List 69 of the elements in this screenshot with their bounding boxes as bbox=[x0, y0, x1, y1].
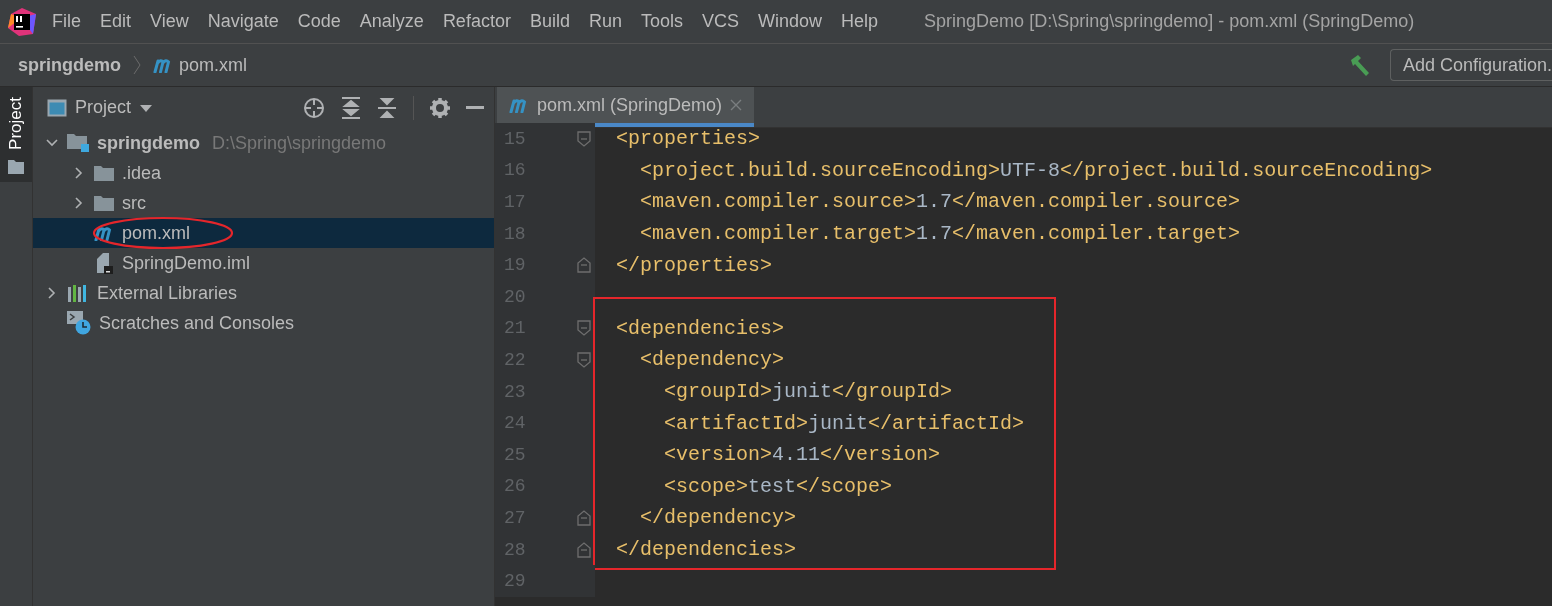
tree-item[interactable]: springdemo D:\Spring\springdemo bbox=[33, 128, 494, 158]
tool-window-tab[interactable]: Project bbox=[0, 87, 32, 182]
code-line: <properties> bbox=[615, 127, 761, 151]
fold-marker-icon[interactable] bbox=[577, 320, 591, 337]
fold-marker-icon[interactable] bbox=[577, 257, 591, 274]
menu-item[interactable]: Tools bbox=[632, 4, 691, 39]
tree-item[interactable]: src bbox=[33, 188, 494, 218]
breadcrumb[interactable]: pom.xml bbox=[179, 54, 248, 76]
fold-marker-icon[interactable] bbox=[577, 130, 591, 147]
locate-icon[interactable] bbox=[303, 96, 325, 119]
folder-icon bbox=[67, 133, 89, 153]
menu-item[interactable]: Run bbox=[580, 4, 630, 39]
code-line: <maven.compiler.source>1.7</maven.compiler.source> bbox=[639, 190, 1241, 214]
code-line: <project.build.sourceEncoding>UTF-8</project.build.sourceEncoding> bbox=[639, 158, 1433, 182]
folder-icon bbox=[8, 159, 24, 174]
app-logo-icon bbox=[8, 7, 36, 36]
console-clock-icon bbox=[67, 311, 91, 335]
code-line: </properties> bbox=[615, 253, 773, 277]
letter-m-icon bbox=[94, 225, 114, 241]
panel-icon bbox=[47, 98, 67, 117]
menu-item[interactable]: Edit bbox=[92, 4, 140, 39]
menu-item[interactable]: Analyze bbox=[351, 4, 432, 39]
collapse-all-icon[interactable] bbox=[377, 96, 397, 119]
settings-icon[interactable] bbox=[430, 97, 450, 118]
code-line: </dependency> bbox=[639, 506, 797, 530]
menu-item[interactable]: VCS bbox=[694, 4, 747, 39]
chevron-icon[interactable] bbox=[73, 197, 85, 209]
chevron-icon[interactable] bbox=[46, 287, 58, 299]
chevron-icon[interactable] bbox=[46, 137, 58, 149]
letter-m-icon bbox=[509, 97, 529, 113]
breadcrumb[interactable]: springdemo bbox=[18, 54, 121, 76]
library-icon bbox=[67, 284, 89, 302]
code-line: <dependency> bbox=[639, 348, 785, 372]
code-line: <dependencies> bbox=[615, 316, 785, 340]
fold-marker-icon[interactable] bbox=[577, 351, 591, 368]
menu-item[interactable]: View bbox=[142, 4, 197, 39]
chevron-icon[interactable] bbox=[73, 167, 85, 179]
folder-icon bbox=[94, 195, 114, 211]
run-configuration-button[interactable]: Add Configuration. bbox=[1389, 49, 1552, 81]
separator-icon bbox=[133, 55, 141, 75]
menu-item[interactable]: Refactor bbox=[434, 4, 519, 39]
tree-item[interactable]: SpringDemo.iml bbox=[33, 248, 494, 278]
menu-item[interactable]: Build bbox=[521, 4, 578, 39]
tree-item[interactable]: pom.xml bbox=[33, 218, 494, 248]
menu-item[interactable]: File bbox=[44, 4, 89, 39]
code-line: </dependencies> bbox=[615, 538, 797, 561]
menu-item[interactable]: Window bbox=[750, 4, 831, 39]
dropdown-caret-icon[interactable] bbox=[139, 102, 154, 113]
code-line: <version>4.11</version> bbox=[663, 443, 941, 467]
menu-item[interactable]: Code bbox=[289, 4, 349, 39]
fold-marker-icon[interactable] bbox=[577, 541, 591, 558]
folder-icon bbox=[94, 165, 114, 181]
panel-title[interactable]: Project bbox=[75, 97, 132, 118]
letter-m-icon bbox=[153, 57, 173, 73]
expand-all-icon[interactable] bbox=[341, 96, 361, 119]
window-title: SpringDemo [D:\Spring\springdemo] - pom.xml (SpringDemo) bbox=[924, 11, 1415, 32]
tree-item[interactable]: Scratches and Consoles bbox=[33, 308, 494, 338]
code-line: <groupId>junit</groupId> bbox=[663, 380, 953, 404]
minimize-icon[interactable] bbox=[466, 105, 484, 110]
code-line: <scope>test</scope> bbox=[663, 474, 893, 498]
code-line: <maven.compiler.target>1.7</maven.compiler.target> bbox=[639, 222, 1241, 246]
code-line: <artifactId>junit</artifactId> bbox=[663, 411, 1025, 435]
menu-item[interactable]: Help bbox=[833, 4, 887, 39]
file-icon bbox=[94, 252, 114, 274]
menu-item[interactable]: Navigate bbox=[199, 4, 287, 39]
tree-item[interactable]: External Libraries bbox=[33, 278, 494, 308]
fold-marker-icon[interactable] bbox=[577, 509, 591, 526]
tree-item[interactable]: .idea bbox=[33, 158, 494, 188]
editor-tab[interactable]: pom.xml (SpringDemo) bbox=[497, 87, 755, 127]
